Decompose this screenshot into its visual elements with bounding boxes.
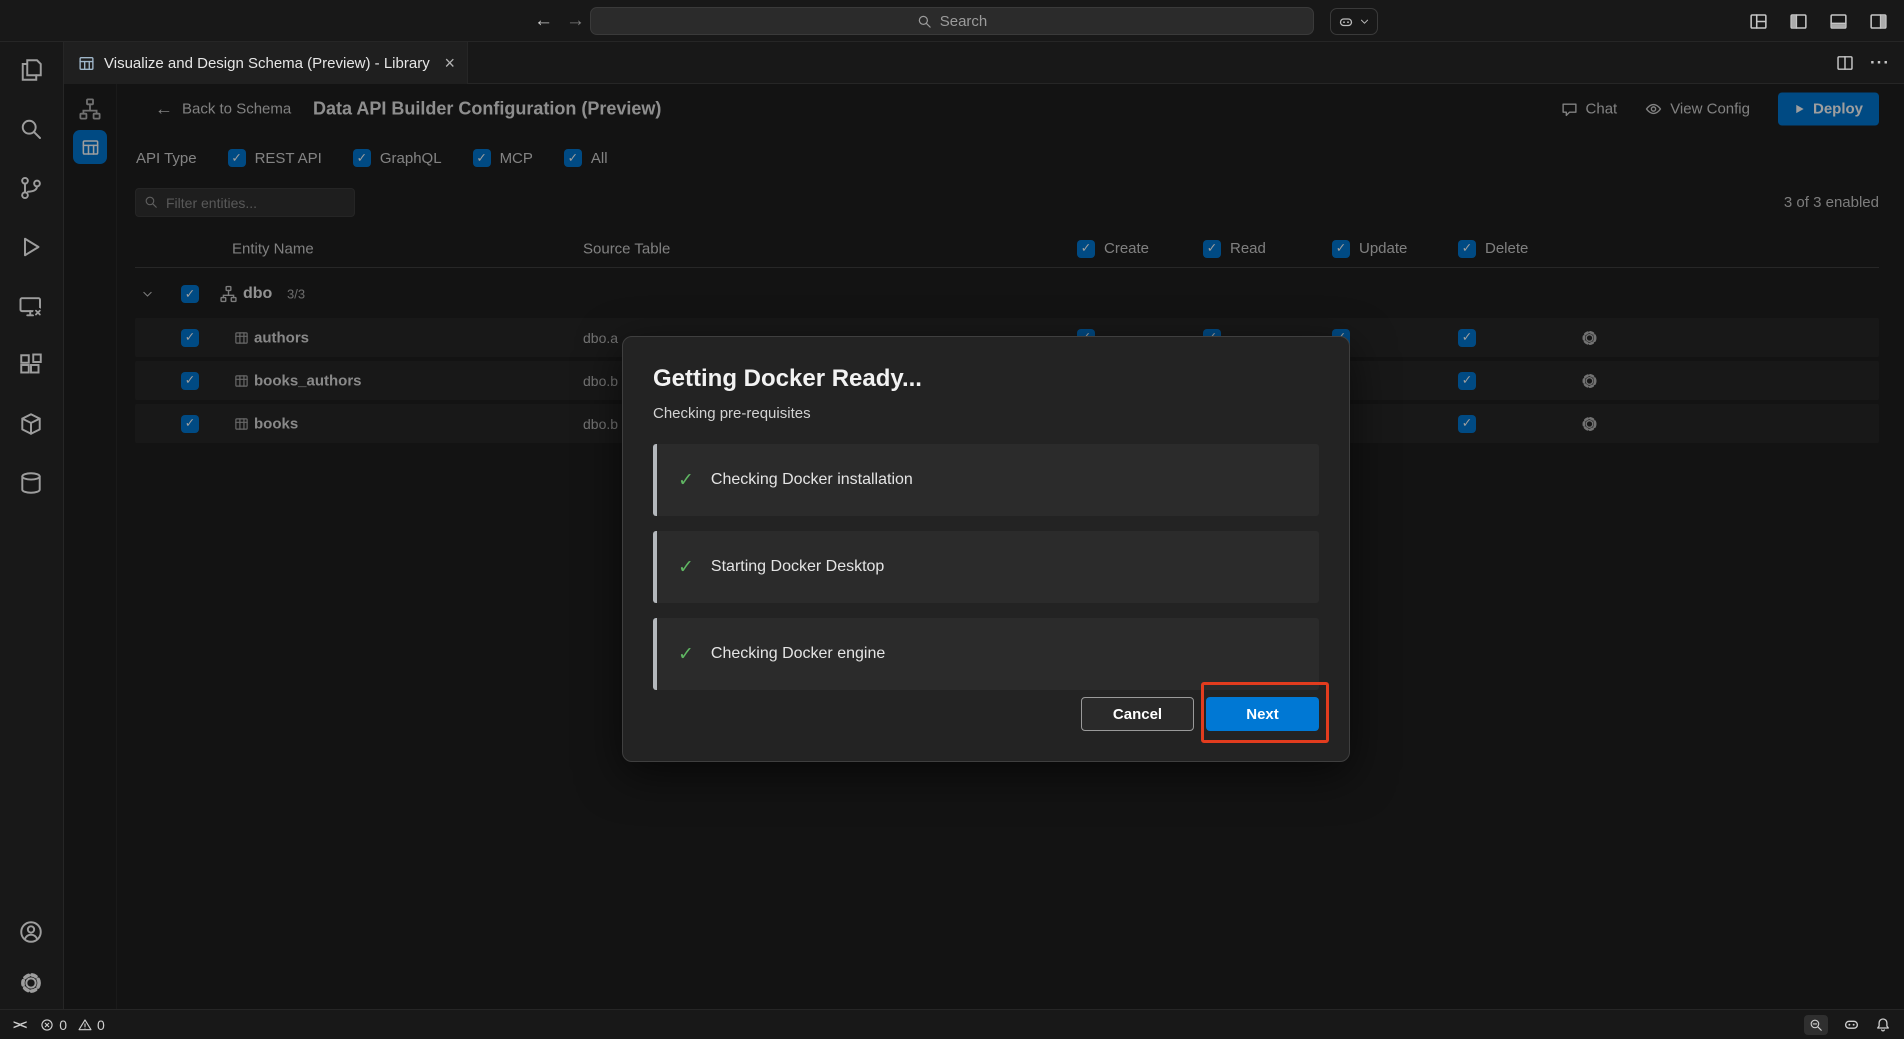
layout-controls <box>1749 0 1888 42</box>
dialog-subtitle: Checking pre-requisites <box>653 405 1319 422</box>
search-view-icon[interactable] <box>17 115 45 143</box>
status-bar: >< 0 0 <box>0 1009 1904 1039</box>
database-icon[interactable] <box>17 469 45 497</box>
check-icon: ✓ <box>678 469 694 492</box>
schema-designer-tab-icon <box>78 55 95 72</box>
account-icon[interactable] <box>17 918 45 946</box>
problems-indicator[interactable]: 0 0 <box>40 1017 105 1033</box>
editor-tab-strip: Visualize and Design Schema (Preview) - … <box>64 42 1904 84</box>
notifications-bell-icon[interactable] <box>1875 1017 1891 1033</box>
activity-bar <box>0 42 64 1009</box>
step-docker-engine: ✓ Checking Docker engine <box>653 618 1319 690</box>
titlebar: ← → Search <box>0 0 1904 42</box>
copilot-status-icon[interactable] <box>1843 1016 1860 1033</box>
source-control-icon[interactable] <box>17 174 45 202</box>
search-placeholder-text: Search <box>940 13 988 30</box>
command-center-search[interactable]: Search <box>590 7 1314 35</box>
editor-more-actions-icon[interactable]: ··· <box>1870 53 1890 73</box>
editor-actions: ··· <box>1836 42 1890 84</box>
zoom-magnifier-icon <box>1809 1018 1823 1032</box>
step-label: Starting Docker Desktop <box>711 558 884 576</box>
docker-ready-dialog: Getting Docker Ready... Checking pre-req… <box>622 336 1350 762</box>
check-icon: ✓ <box>678 643 694 666</box>
step-docker-desktop: ✓ Starting Docker Desktop <box>653 531 1319 603</box>
error-icon <box>40 1018 54 1032</box>
check-icon: ✓ <box>678 556 694 579</box>
tab-visualize-design-schema[interactable]: Visualize and Design Schema (Preview) - … <box>64 42 468 84</box>
customize-layout-icon[interactable] <box>1749 12 1768 31</box>
toggle-secondary-sidebar-icon[interactable] <box>1869 12 1888 31</box>
dialog-title: Getting Docker Ready... <box>653 365 1319 393</box>
step-label: Checking Docker installation <box>711 471 913 489</box>
settings-gear-icon[interactable] <box>17 969 45 997</box>
warning-icon <box>78 1018 92 1032</box>
step-label: Checking Docker engine <box>711 645 885 663</box>
history-forward-button[interactable]: → <box>566 0 585 42</box>
editor-area: ← Back to Schema Data API Builder Config… <box>64 84 1904 1009</box>
package-icon[interactable] <box>17 410 45 438</box>
run-and-debug-icon[interactable] <box>17 233 45 261</box>
copilot-icon <box>1338 14 1354 30</box>
warning-count: 0 <box>97 1017 105 1033</box>
copilot-menu-button[interactable] <box>1330 8 1378 35</box>
dialog-actions: Cancel Next <box>1081 697 1319 731</box>
search-icon <box>917 14 932 29</box>
extensions-icon[interactable] <box>17 351 45 379</box>
toggle-panel-icon[interactable] <box>1829 12 1848 31</box>
explorer-icon[interactable] <box>17 56 45 84</box>
tab-title: Visualize and Design Schema (Preview) - … <box>104 55 435 72</box>
next-button[interactable]: Next <box>1206 697 1319 731</box>
cancel-button[interactable]: Cancel <box>1081 697 1194 731</box>
remote-indicator[interactable]: >< <box>13 1017 26 1032</box>
step-docker-installation: ✓ Checking Docker installation <box>653 444 1319 516</box>
remote-explorer-icon[interactable] <box>17 292 45 320</box>
tab-close-icon[interactable]: × <box>444 54 455 72</box>
toggle-primary-sidebar-icon[interactable] <box>1789 12 1808 31</box>
split-editor-icon[interactable] <box>1836 54 1854 72</box>
zoom-status-button[interactable] <box>1804 1015 1828 1035</box>
chevron-down-icon <box>1359 16 1370 27</box>
docker-steps: ✓ Checking Docker installation ✓ Startin… <box>653 444 1319 690</box>
history-back-button[interactable]: ← <box>534 0 553 42</box>
error-count: 0 <box>59 1017 67 1033</box>
vscode-window: ← → Search Visualize and Design Schema (… <box>0 0 1904 1039</box>
